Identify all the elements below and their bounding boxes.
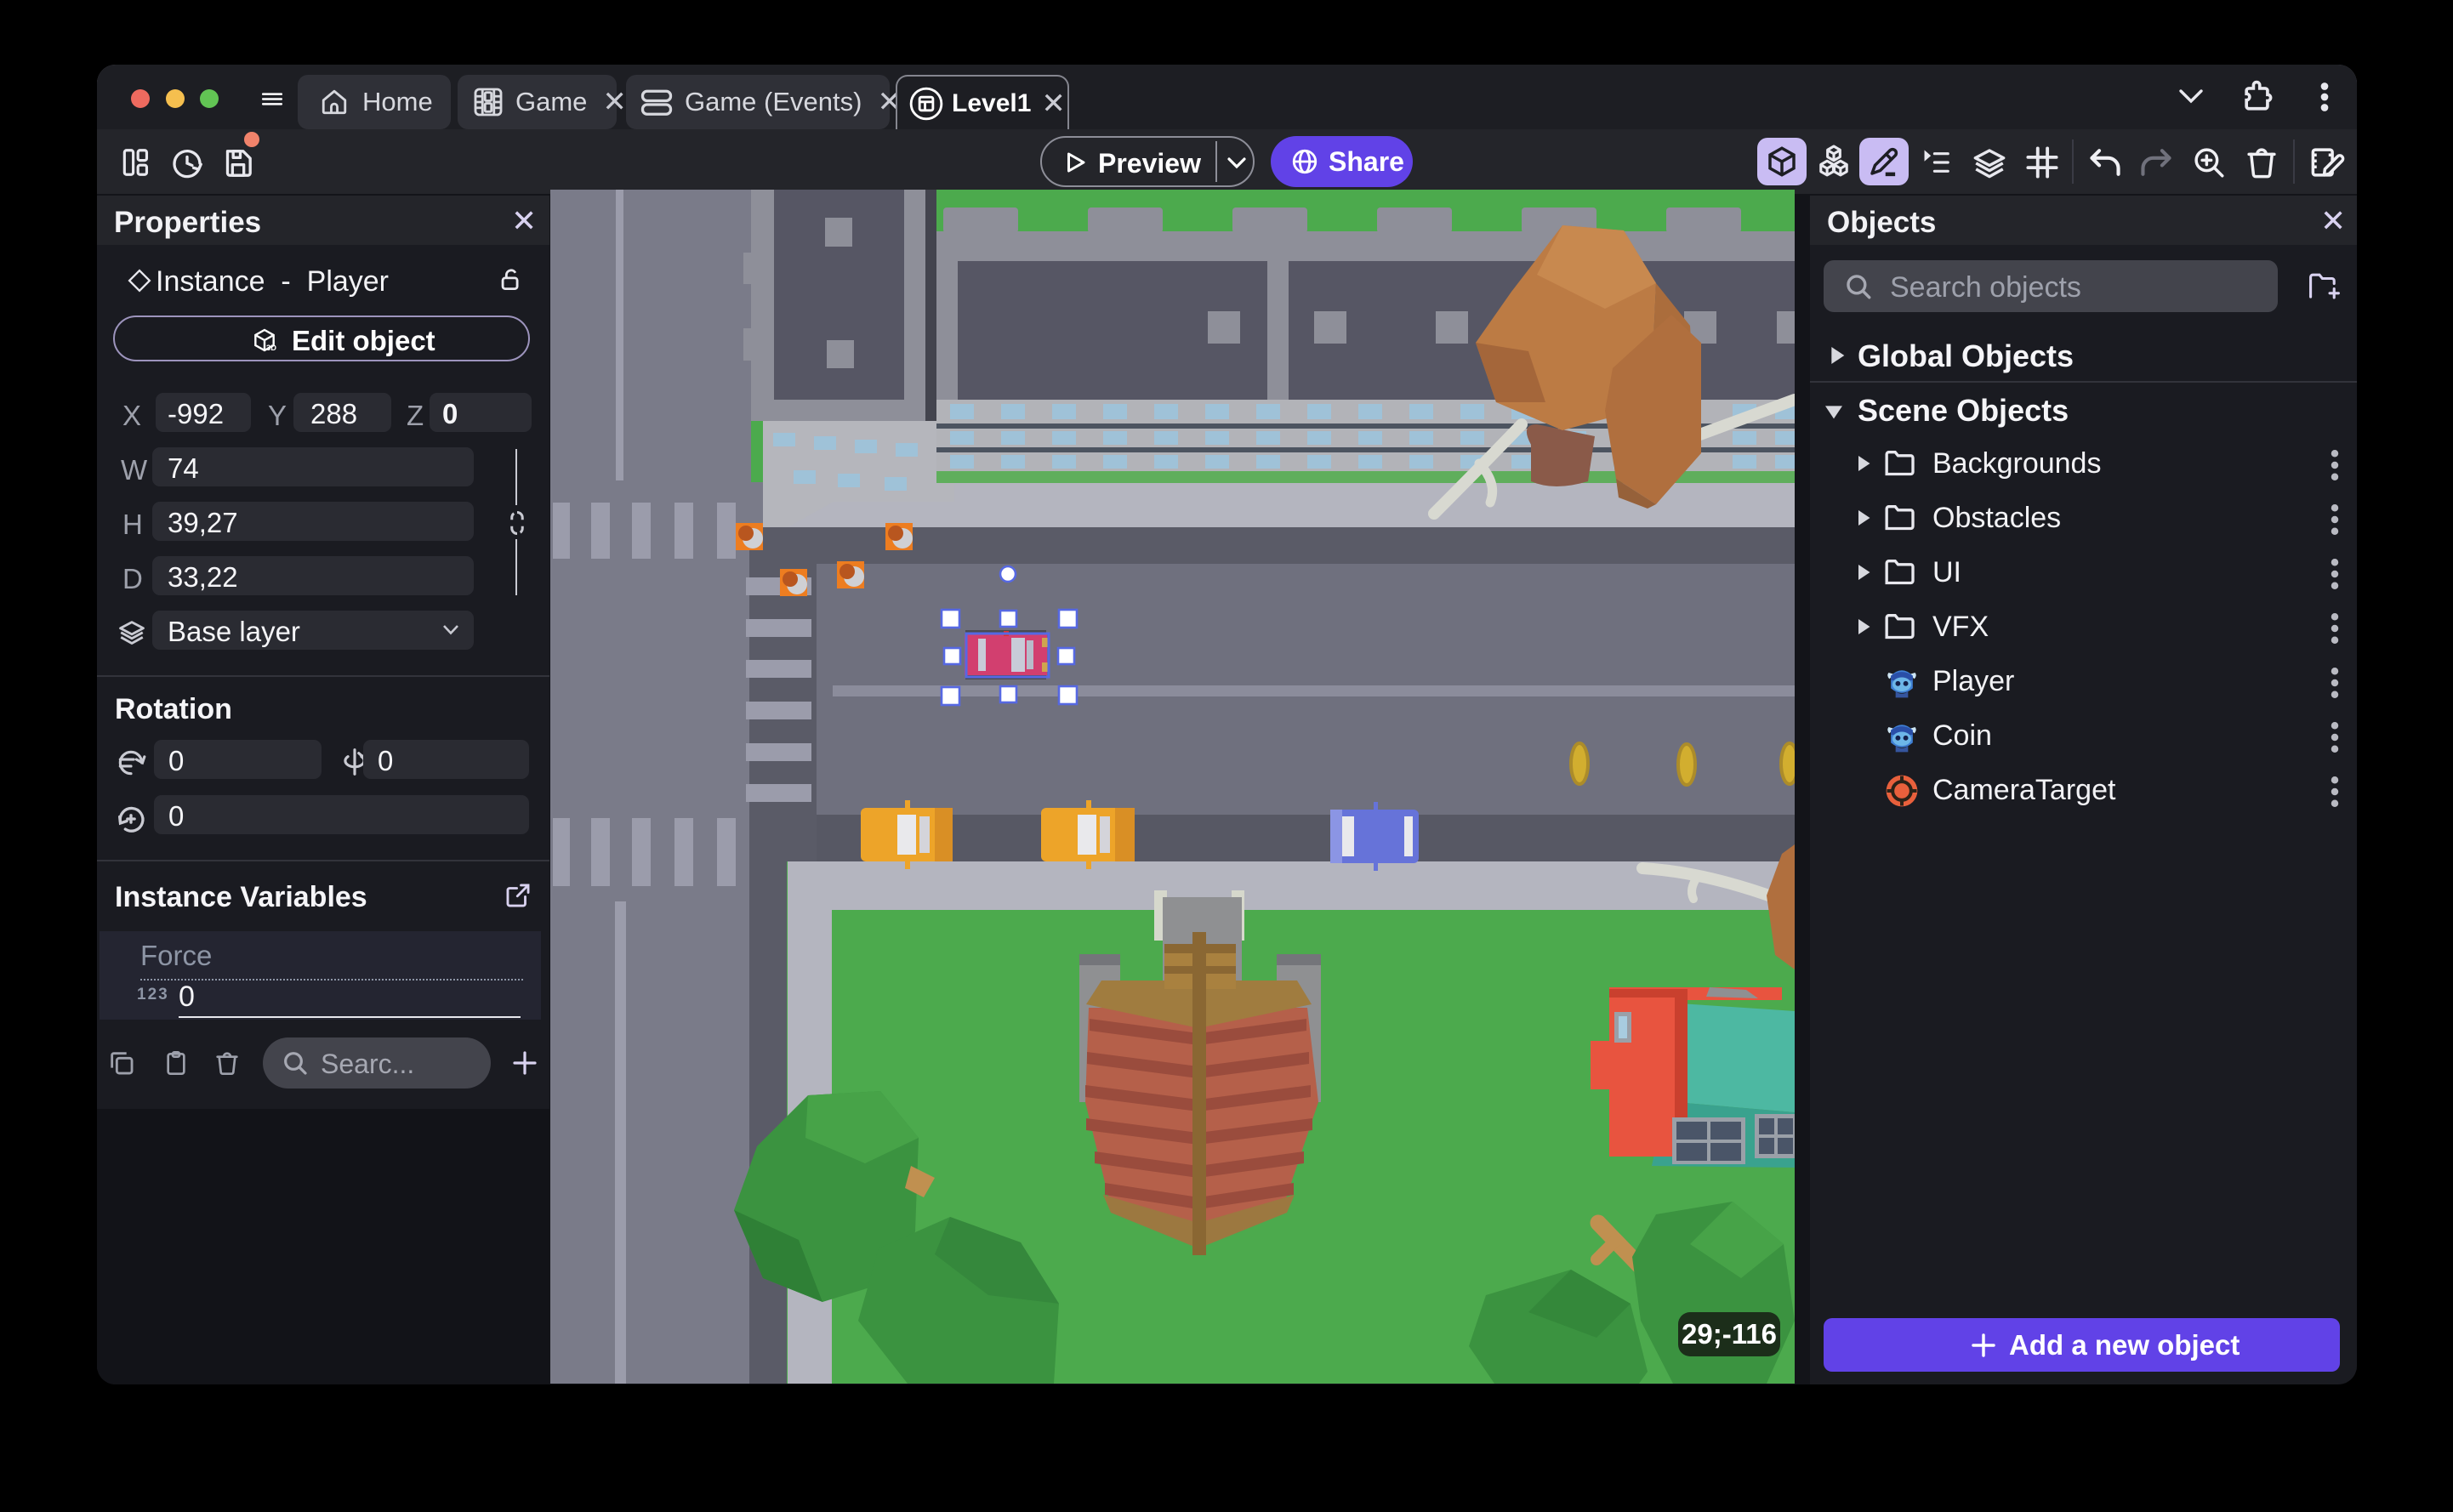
svg-text:3D: 3D xyxy=(266,344,276,352)
